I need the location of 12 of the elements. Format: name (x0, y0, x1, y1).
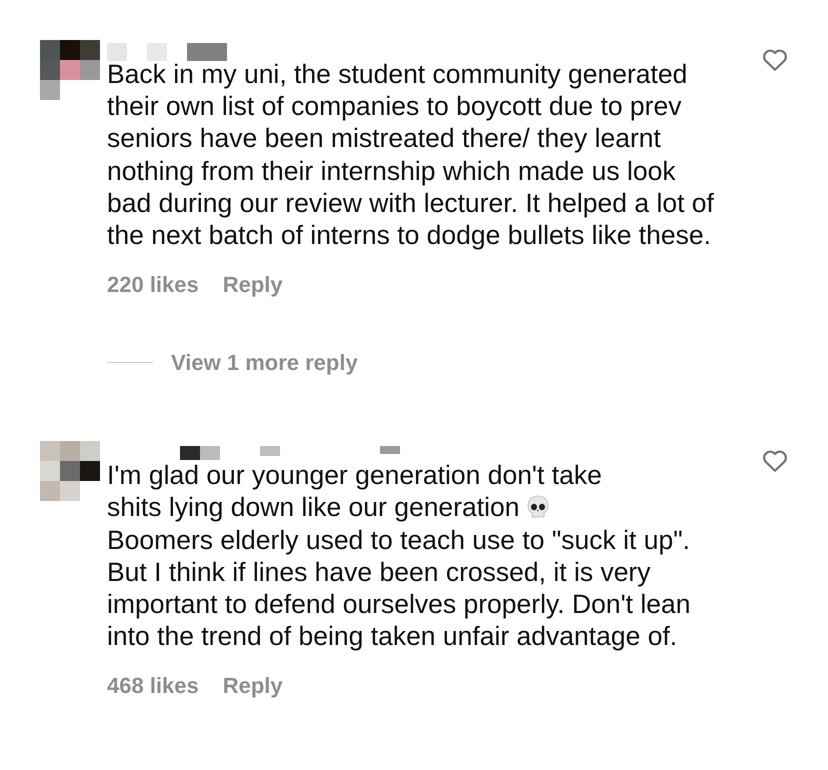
skull-icon (525, 494, 552, 520)
likes-count: 220 likes (107, 271, 199, 300)
heart-icon[interactable] (762, 48, 788, 72)
comment-text: I'm glad our younger generation don't take (107, 460, 602, 490)
reply-button[interactable]: Reply (222, 268, 283, 302)
comment-text: shits lying down like our generation (107, 492, 520, 522)
reply-button[interactable]: Reply (222, 669, 283, 702)
view-replies-button[interactable]: View 1 more reply (171, 346, 358, 380)
heart-icon[interactable] (762, 449, 788, 474)
likes-count: 468 likes (107, 672, 199, 700)
comment-text: Boomers elderly used to teach use to "suck it up". But I think if lines have been crossed, it is very important to defend ourselves properly. Don't lean into the trend of being taken unfair advantage of. (107, 524, 690, 652)
comment-text: Back in my uni, the student community generated their own list of companies to boycott due to prev seniors have been mistreated there/ they learnt nothing from their internship which made us look bad during our review with lecturer. It helped a lot of the next batch of interns to dodge bullets like these. (107, 59, 714, 250)
